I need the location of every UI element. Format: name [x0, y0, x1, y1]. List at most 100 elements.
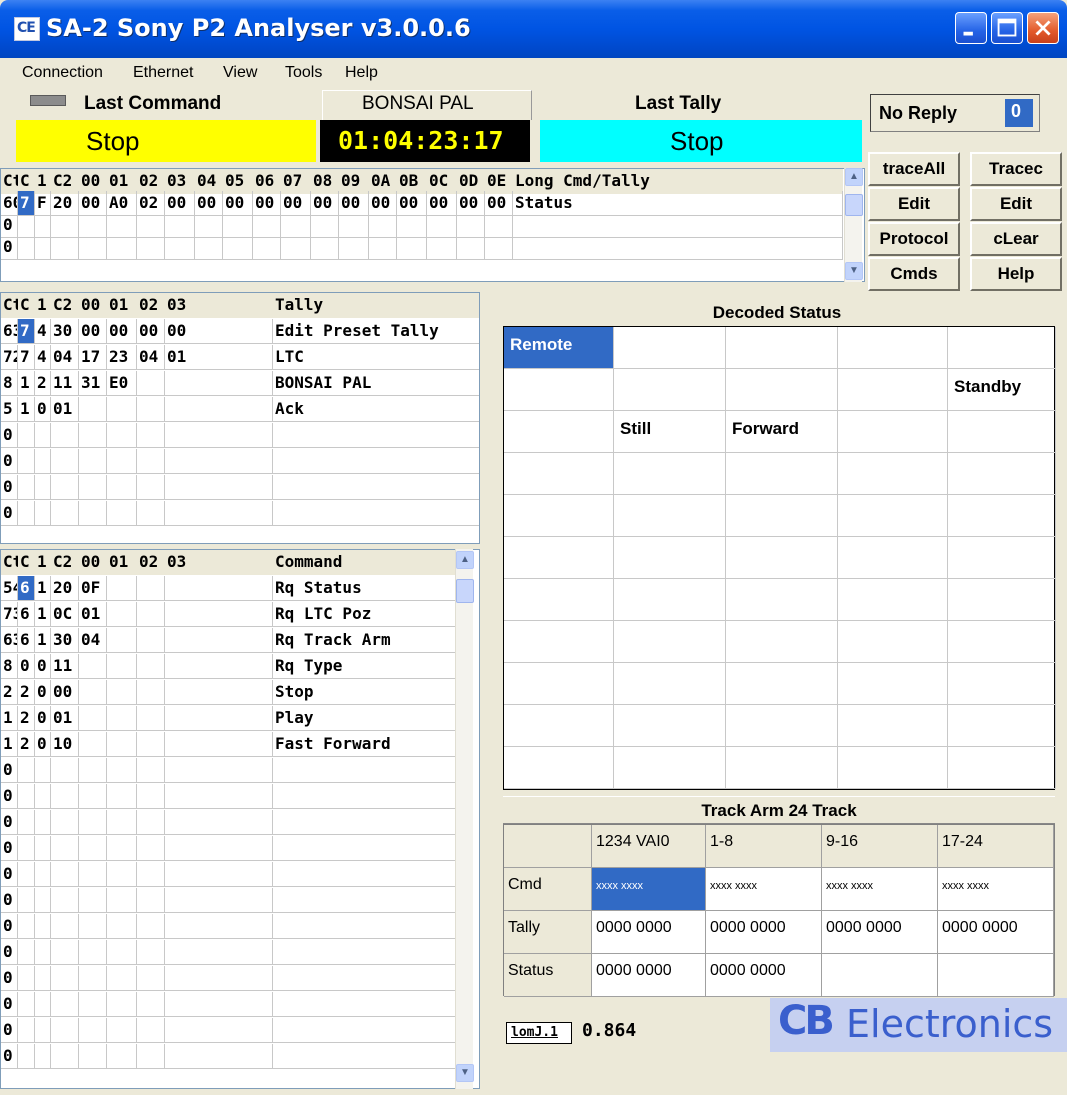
column-header: 02: [137, 550, 165, 575]
table-cell: [165, 654, 273, 679]
tally-grid[interactable]: CtC1C200010203Tally63743000000000Edit Pr…: [0, 292, 480, 544]
help-button[interactable]: Help: [970, 257, 1062, 291]
track-cell[interactable]: [822, 954, 938, 997]
track-cell[interactable]: xxxx xxxx: [592, 868, 706, 911]
status-cell: [504, 369, 614, 411]
table-cell: [165, 423, 273, 448]
table-row[interactable]: 0: [1, 1018, 479, 1043]
scroll-thumb[interactable]: [456, 579, 474, 603]
table-cell: [165, 810, 273, 835]
table-row[interactable]: 0: [1, 449, 479, 474]
status-cell: [614, 369, 726, 411]
edit-left-button[interactable]: Edit: [868, 187, 960, 221]
clear-button[interactable]: cLear: [970, 222, 1062, 256]
scroll-up-icon[interactable]: ▲: [845, 168, 863, 186]
track-cell[interactable]: 0000 0000: [592, 911, 706, 954]
table-row[interactable]: 0: [1, 501, 479, 526]
command-grid-scrollbar[interactable]: ▲ ▼: [455, 549, 474, 1089]
status-cell: [726, 453, 838, 495]
tracec-button[interactable]: Tracec: [970, 152, 1062, 186]
table-row[interactable]: 2 2 0 00 Stop: [1, 680, 479, 705]
table-row[interactable]: 0: [1, 784, 479, 809]
table-row[interactable]: 0: [1, 966, 479, 991]
cmds-button[interactable]: Cmds: [868, 257, 960, 291]
table-cell: [107, 654, 137, 679]
long-cmd-tally-grid[interactable]: Ct C 1 C2 00 01 02 03 04 05 06 07 08 09 0A 0B 0C 0D 0E Long…: [0, 168, 865, 282]
command-grid[interactable]: CtC1C200010203Command5461200FRq Status73…: [0, 549, 480, 1089]
track-cell[interactable]: 0000 0000: [706, 954, 822, 997]
menu-ethernet[interactable]: Ethernet: [133, 64, 193, 82]
table-cell: [137, 732, 165, 757]
maximize-button[interactable]: [991, 12, 1023, 44]
table-cell: [137, 449, 165, 474]
table-row[interactable]: 0: [1, 758, 479, 783]
track-cell[interactable]: [938, 954, 1054, 997]
scroll-down-icon[interactable]: ▼: [845, 262, 863, 280]
scroll-thumb[interactable]: [845, 194, 863, 216]
table-cell: [137, 654, 165, 679]
status-cell: [948, 747, 1056, 789]
table-row[interactable]: 0: [1, 836, 479, 861]
table-cell: [165, 732, 273, 757]
table-row[interactable]: 73610C01 Rq LTC Poz: [1, 602, 479, 627]
table-cell: [107, 602, 137, 627]
trace-all-button[interactable]: traceAll: [868, 152, 960, 186]
table-row[interactable]: 0: [1, 1044, 479, 1069]
menu-connection[interactable]: Connection: [22, 64, 103, 82]
timecode-value: 01:04:23:17: [338, 126, 504, 155]
menu-help[interactable]: Help: [345, 64, 378, 82]
table-row[interactable]: 0: [1, 862, 479, 887]
table-cell: 00: [79, 319, 107, 344]
status-cell: [614, 705, 726, 747]
menu-tools[interactable]: Tools: [285, 64, 322, 82]
table-row[interactable]: 8 1 2 11 31 E0 BONSAI PAL: [1, 371, 479, 396]
close-button[interactable]: [1027, 12, 1059, 44]
table-row[interactable]: 0: [1, 810, 479, 835]
track-cell[interactable]: xxxx xxxx: [822, 868, 938, 911]
table-cell: [107, 992, 137, 1017]
scroll-up-icon[interactable]: ▲: [456, 551, 474, 569]
table-row[interactable]: 63743000000000Edit Preset Tally: [1, 319, 479, 344]
title-bar[interactable]: CE SA-2 Sony P2 Analyser v3.0.0.6: [0, 0, 1067, 58]
table-row[interactable]: 0: [1, 475, 479, 500]
table-cell: 0: [1, 501, 18, 526]
app-icon[interactable]: CE: [14, 17, 40, 41]
long-grid-scrollbar[interactable]: ▲ ▼: [844, 168, 863, 282]
table-row[interactable]: 0: [1, 235, 864, 260]
track-cell[interactable]: xxxx xxxx: [706, 868, 822, 911]
table-cell: [311, 235, 339, 260]
table-row[interactable]: 0: [1, 914, 479, 939]
table-cell: 1: [35, 576, 51, 601]
table-row[interactable]: 72740417230401LTC: [1, 345, 479, 370]
track-cell[interactable]: 0000 0000: [706, 911, 822, 954]
track-cell[interactable]: xxxx xxxx: [938, 868, 1054, 911]
table-row[interactable]: 0: [1, 888, 479, 913]
table-cell: [137, 475, 165, 500]
table-row[interactable]: 0: [1, 940, 479, 965]
table-cell: 6: [18, 576, 35, 601]
status-cell: [948, 621, 1056, 663]
last-tally-display: Stop: [540, 120, 862, 162]
table-row[interactable]: 0: [1, 992, 479, 1017]
scroll-down-icon[interactable]: ▼: [456, 1064, 474, 1082]
track-cell[interactable]: 0000 0000: [822, 911, 938, 954]
table-row[interactable]: 1 2 0 10 Fast Forward: [1, 732, 479, 757]
table-row[interactable]: 63613004 Rq Track Arm: [1, 628, 479, 653]
table-cell: [18, 784, 35, 809]
protocol-button[interactable]: Protocol: [868, 222, 960, 256]
track-cell[interactable]: 0000 0000: [938, 911, 1054, 954]
track-arm-grid[interactable]: 1234 VAI0 1-8 9-16 17-24 Cmd xxxx xxxx xxxx xx…: [503, 824, 1055, 997]
table-cell: [165, 1018, 273, 1043]
table-row[interactable]: 1 2 0 01 Play: [1, 706, 479, 731]
table-row[interactable]: 5461200F Rq Status: [1, 576, 479, 601]
last-tally-value: Stop: [670, 126, 724, 156]
table-row[interactable]: 0: [1, 423, 479, 448]
menu-view[interactable]: View: [223, 64, 257, 82]
minimize-button[interactable]: [955, 12, 987, 44]
track-cell[interactable]: 0000 0000: [592, 954, 706, 997]
status-cell: [726, 621, 838, 663]
table-row[interactable]: 5 1 0 01 Ack: [1, 397, 479, 422]
edit-right-button[interactable]: Edit: [970, 187, 1062, 221]
last-command-label: Last Command: [84, 93, 222, 114]
table-row[interactable]: 8 0 0 11 Rq Type: [1, 654, 479, 679]
